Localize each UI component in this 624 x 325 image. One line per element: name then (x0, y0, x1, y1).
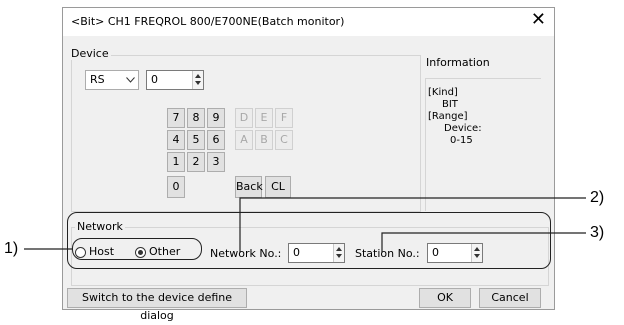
callout-1-label: 1) (4, 240, 19, 257)
callout-3-line (381, 232, 586, 253)
callout-2-label: 2) (590, 189, 605, 206)
callout-3-label: 3) (590, 224, 605, 241)
callout-lines (24, 197, 586, 253)
callout-2-line (239, 197, 586, 253)
